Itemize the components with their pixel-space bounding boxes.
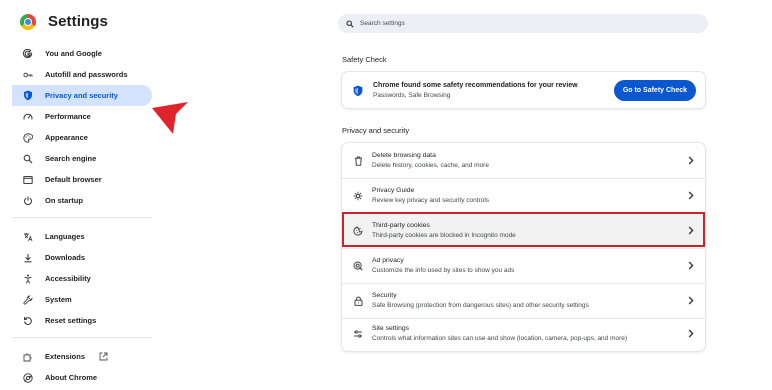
chrome-logo-icon: [20, 13, 36, 30]
sidebar-item-accessibility[interactable]: Accessibility: [12, 268, 152, 289]
row-subtitle: Controls what information sites can use …: [372, 335, 628, 342]
sidebar-item-you-and-google[interactable]: You and Google: [12, 43, 152, 64]
safety-check-card: Chrome found some safety recommendations…: [342, 72, 705, 108]
section-title-safety-check: Safety Check: [342, 55, 387, 64]
chevron-right-icon: [688, 156, 694, 165]
section-title-privacy-and-security: Privacy and security: [342, 126, 410, 135]
sidebar-item-label: On startup: [45, 196, 83, 205]
trash-icon: [353, 156, 363, 166]
sidebar-item-label: Reset settings: [45, 316, 97, 325]
sidebar-item-label: Autofill and passwords: [45, 70, 128, 79]
sidebar-item-label: Appearance: [45, 133, 88, 142]
ad-privacy-icon: [353, 261, 363, 271]
sidebar-item-label: You and Google: [45, 49, 102, 58]
go-to-safety-check-button[interactable]: Go to Safety Check: [613, 80, 696, 101]
row-title: Privacy Guide: [372, 187, 415, 194]
reset-icon: [23, 316, 33, 326]
sidebar-item-label: Default browser: [45, 175, 102, 184]
row-title: Site settings: [372, 325, 410, 332]
safety-check-title: Chrome found some safety recommendations…: [373, 81, 578, 89]
puzzle-icon: [23, 352, 33, 362]
chevron-right-icon: [688, 226, 694, 235]
sidebar-item-label: Performance: [45, 112, 91, 121]
sidebar-item-privacy-and-security[interactable]: Privacy and security: [12, 85, 152, 106]
browser-window-icon: [23, 175, 33, 185]
search-placeholder: Search settings: [360, 20, 405, 27]
row-subtitle: Review key privacy and security controls: [372, 197, 490, 204]
row-site-settings[interactable]: Site settings Controls what information …: [342, 316, 705, 351]
safety-check-subtitle: Passwords, Safe Browsing: [373, 91, 451, 99]
sidebar-item-label: Languages: [45, 232, 85, 241]
chevron-right-icon: [688, 296, 694, 305]
sidebar: Settings You and Google Autofill and pas…: [0, 0, 160, 390]
row-title: Security: [372, 292, 397, 299]
sidebar-item-appearance[interactable]: Appearance: [12, 127, 152, 148]
row-title: Delete browsing data: [372, 152, 436, 159]
row-privacy-guide[interactable]: Privacy Guide Review key privacy and sec…: [342, 178, 705, 213]
sliders-icon: [353, 329, 363, 339]
chevron-right-icon: [688, 261, 694, 270]
accessibility-icon: [23, 274, 33, 284]
chevron-right-icon: [688, 329, 694, 338]
external-link-icon: [99, 352, 108, 361]
speedometer-icon: [23, 112, 33, 122]
sidebar-item-downloads[interactable]: Downloads: [12, 247, 152, 268]
sidebar-item-autofill[interactable]: Autofill and passwords: [12, 64, 152, 85]
row-ad-privacy[interactable]: Ad privacy Customize the info used by si…: [342, 248, 705, 283]
chrome-icon: [23, 372, 33, 383]
sidebar-item-about-chrome[interactable]: About Chrome: [12, 367, 152, 388]
row-title: Third-party cookies: [372, 222, 430, 229]
sidebar-nav: You and Google Autofill and passwords Pr…: [12, 43, 152, 388]
google-g-icon: [23, 48, 33, 59]
row-title: Ad privacy: [372, 257, 404, 264]
search-icon: [23, 154, 33, 164]
sidebar-item-label: Accessibility: [45, 274, 91, 283]
palette-icon: [23, 132, 33, 143]
app-header: Settings: [20, 13, 108, 30]
privacy-guide-icon: [353, 191, 363, 201]
lock-icon: [353, 296, 363, 306]
sidebar-item-performance[interactable]: Performance: [12, 106, 152, 127]
sidebar-item-label: Extensions: [45, 352, 86, 361]
shield-icon: [352, 84, 364, 97]
shield-icon: [23, 90, 33, 101]
cookie-icon: [353, 226, 363, 236]
sidebar-item-languages[interactable]: Languages: [12, 226, 152, 247]
search-icon: [346, 19, 354, 28]
chevron-right-icon: [688, 191, 694, 200]
row-subtitle: Third-party cookies are blocked in Incog…: [372, 232, 516, 239]
sidebar-item-label: About Chrome: [45, 373, 98, 382]
sidebar-item-label: System: [45, 295, 72, 304]
sidebar-item-default-browser[interactable]: Default browser: [12, 169, 152, 190]
divider: [12, 217, 152, 218]
row-subtitle: Customize the info used by sites to show…: [372, 267, 515, 274]
sidebar-item-system[interactable]: System: [12, 289, 152, 310]
search-input[interactable]: Search settings: [338, 14, 708, 33]
wrench-icon: [23, 295, 33, 305]
page-title: Settings: [48, 13, 108, 30]
row-security[interactable]: Security Safe Browsing (protection from …: [342, 283, 705, 318]
row-subtitle: Delete history, cookies, cache, and more: [372, 162, 489, 169]
privacy-security-card: Delete browsing data Delete history, coo…: [342, 143, 705, 351]
row-subtitle: Safe Browsing (protection from dangerous…: [372, 302, 589, 309]
translate-icon: [23, 232, 33, 242]
sidebar-item-search-engine[interactable]: Search engine: [12, 148, 152, 169]
row-third-party-cookies[interactable]: Third-party cookies Third-party cookies …: [342, 213, 705, 248]
sidebar-item-reset-settings[interactable]: Reset settings: [12, 310, 152, 331]
key-icon: [23, 70, 33, 80]
safety-check-text: Chrome found some safety recommendations…: [373, 82, 578, 99]
row-delete-browsing-data[interactable]: Delete browsing data Delete history, coo…: [342, 143, 705, 178]
download-icon: [23, 253, 33, 263]
divider: [12, 337, 152, 338]
sidebar-item-on-startup[interactable]: On startup: [12, 190, 152, 211]
sidebar-item-extensions[interactable]: Extensions: [12, 346, 152, 367]
annotation-arrow-icon: [152, 102, 188, 134]
sidebar-item-label: Privacy and security: [45, 91, 118, 100]
sidebar-item-label: Downloads: [45, 253, 86, 262]
power-icon: [23, 196, 33, 206]
sidebar-item-label: Search engine: [45, 154, 97, 163]
